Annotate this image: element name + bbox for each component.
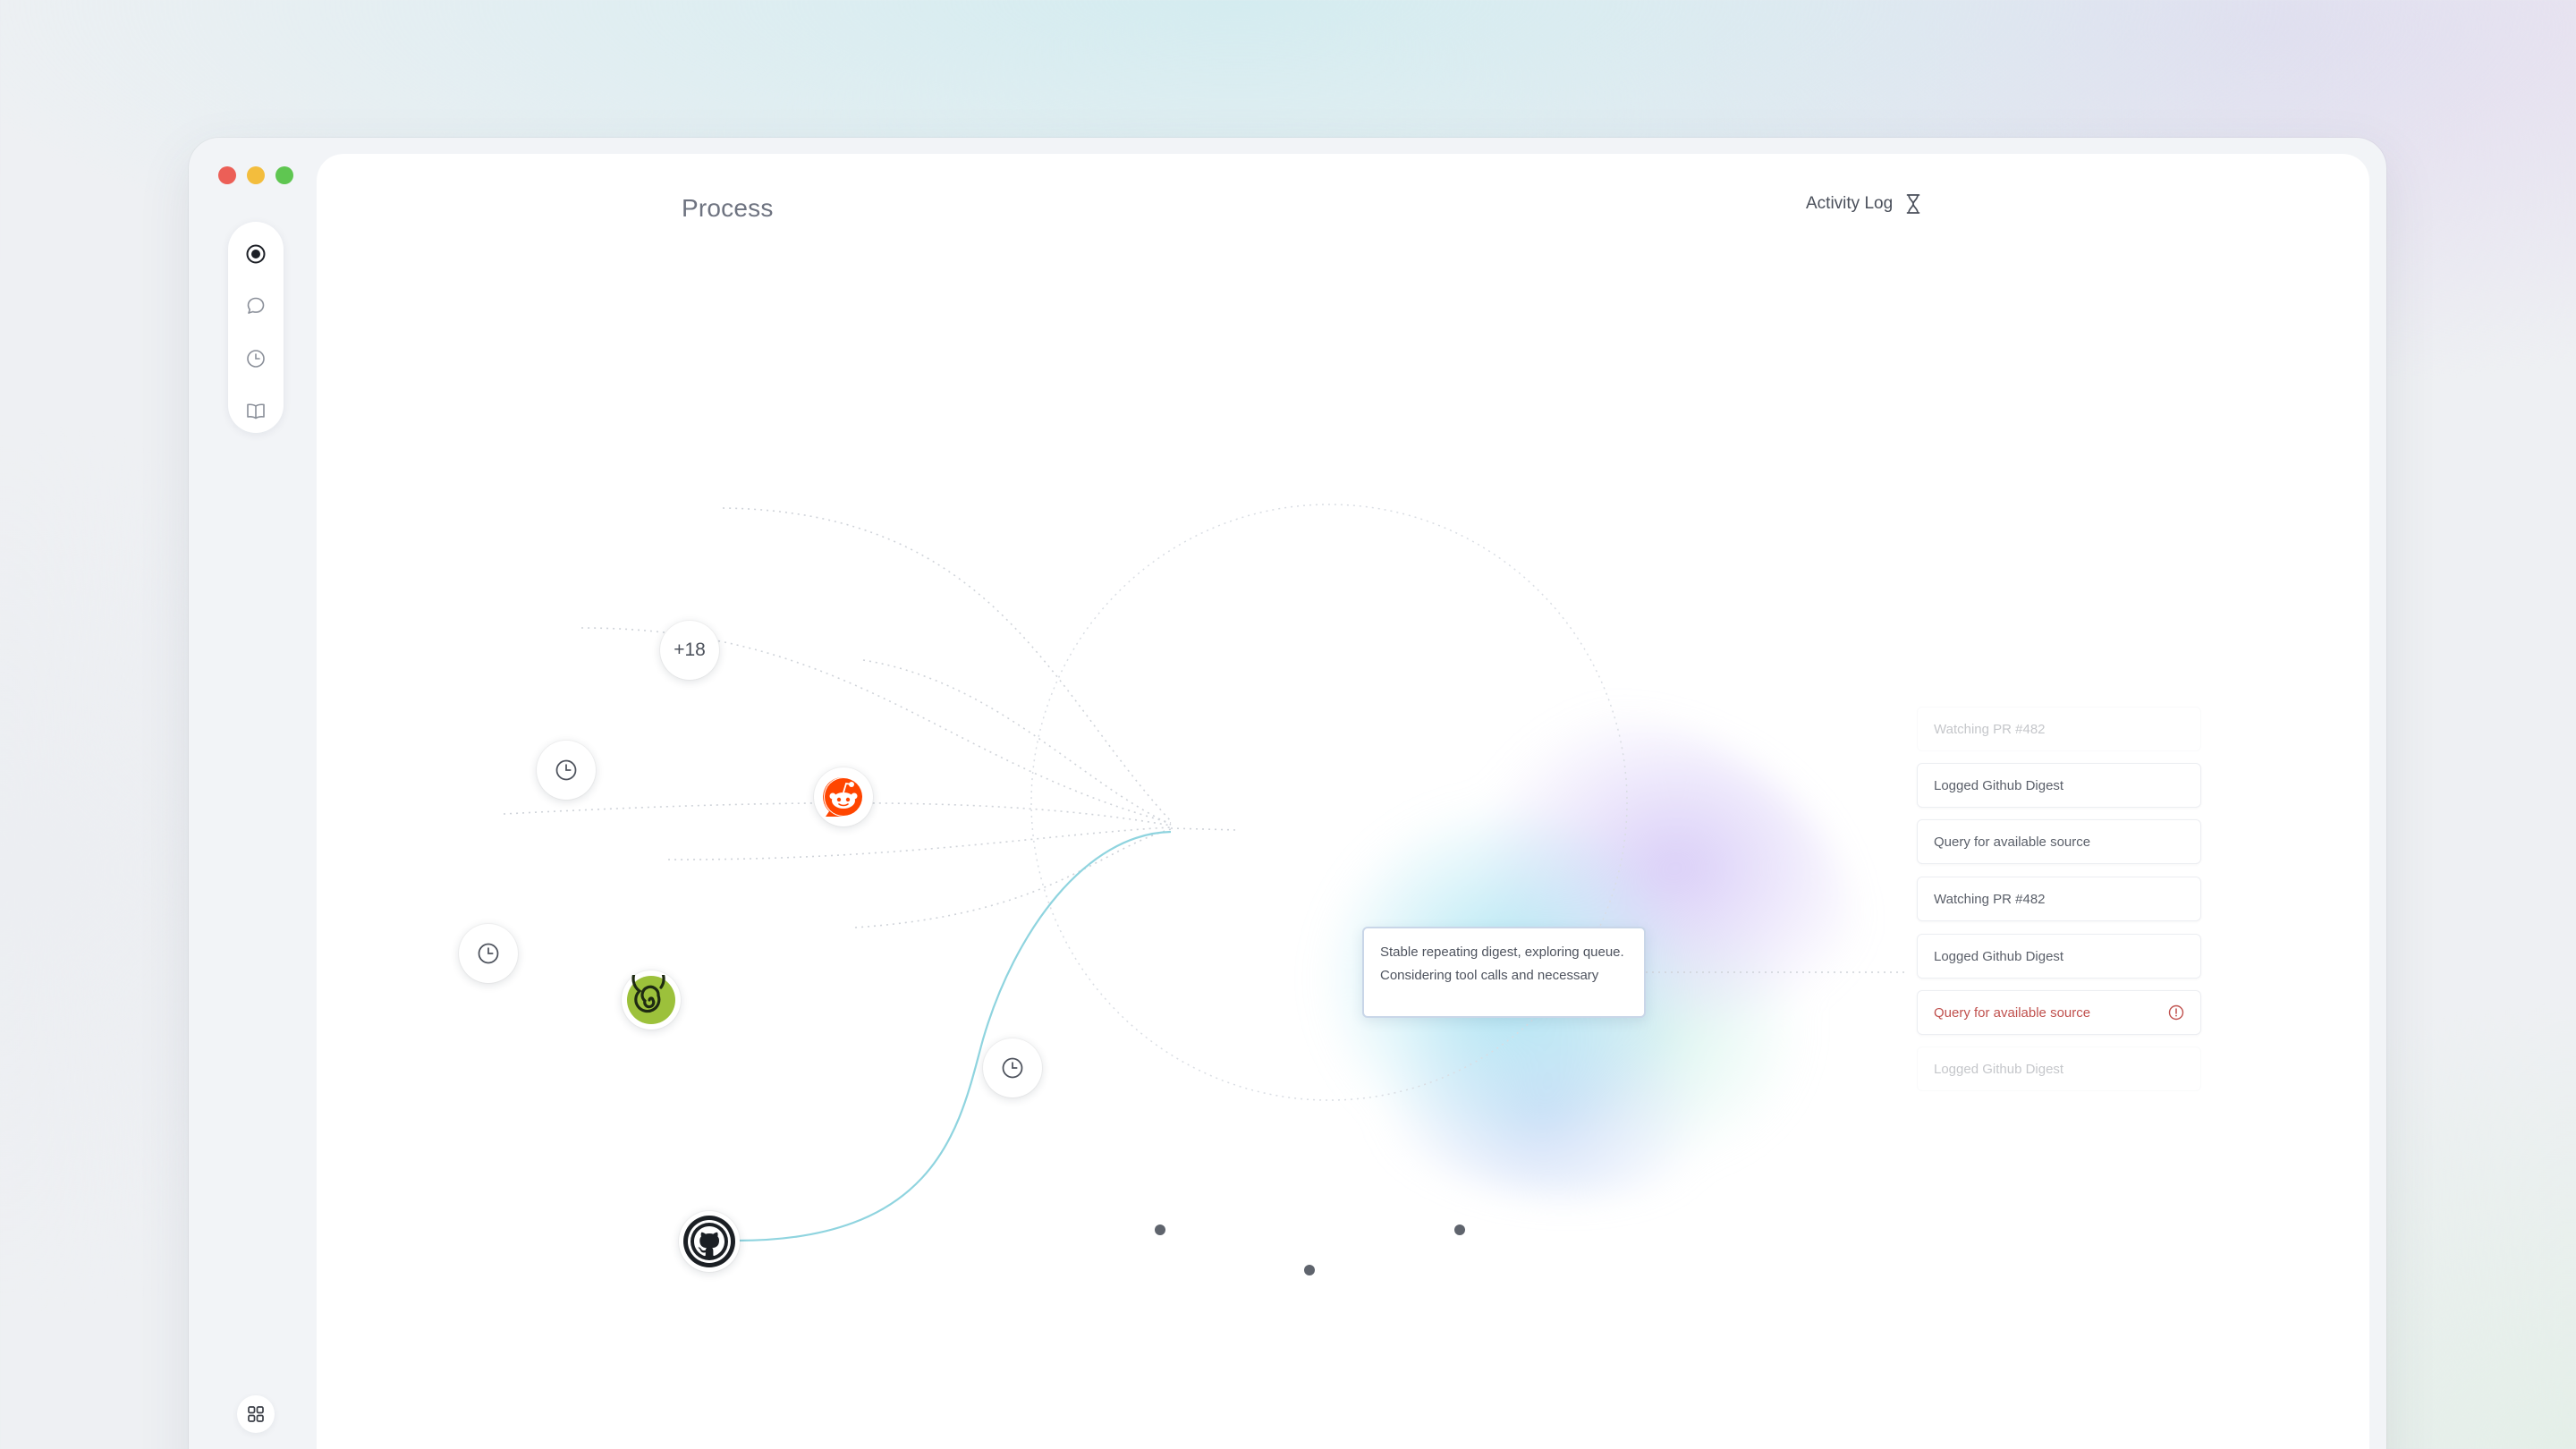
log-item-text: Query for available source	[1934, 1004, 2091, 1021]
apps-grid-button[interactable]	[237, 1395, 275, 1433]
book-icon	[247, 403, 265, 419]
scheduled-node-1[interactable]	[537, 741, 596, 800]
log-item[interactable]: Watching PR #482	[1917, 877, 2201, 921]
radio-dot-icon	[246, 244, 266, 264]
thought-connector	[1170, 827, 1239, 831]
edge-spiral	[667, 826, 1172, 860]
scheduled-node-2[interactable]	[459, 924, 518, 983]
close-window-button[interactable]	[218, 166, 236, 184]
spiral-icon	[627, 975, 675, 1024]
sidebar-item-history[interactable]	[238, 341, 274, 377]
spiral-node[interactable]	[622, 970, 681, 1030]
clock-icon	[478, 943, 499, 964]
edge-github-active	[736, 830, 1172, 1242]
log-item[interactable]: Watching PR #482	[1917, 707, 2201, 751]
zoom-window-button[interactable]	[275, 166, 293, 184]
edge-more-sources	[722, 507, 1172, 822]
log-item[interactable]: Query for available source	[1917, 819, 2201, 864]
log-item-text: Logged Github Digest	[1934, 948, 2064, 964]
reddit-node[interactable]	[814, 767, 873, 826]
grid-icon	[248, 1406, 264, 1422]
orbit-dot-right	[1454, 1224, 1465, 1235]
log-item[interactable]: Logged Github Digest	[1917, 1046, 2201, 1091]
alert-circle-icon	[2168, 1004, 2184, 1021]
github-icon	[683, 1216, 735, 1267]
sidebar	[228, 222, 284, 433]
sidebar-item-library[interactable]	[238, 394, 274, 429]
clock-icon	[247, 350, 265, 368]
more-sources-node[interactable]: +18	[660, 621, 719, 680]
orbit-dot-left	[1155, 1224, 1165, 1235]
log-item[interactable]: Logged Github Digest	[1917, 934, 2201, 979]
log-item-text: Logged Github Digest	[1934, 1061, 2064, 1077]
app-window: Process Activity Log +18 Stable repeatin…	[189, 138, 2386, 1449]
sidebar-item-process[interactable]	[238, 236, 274, 272]
process-view: Process Activity Log +18 Stable repeatin…	[317, 154, 2369, 1449]
log-item-text: Logged Github Digest	[1934, 777, 2064, 793]
log-item-error[interactable]: Query for available source	[1917, 990, 2201, 1035]
reddit-icon	[823, 776, 862, 817]
sidebar-item-chat[interactable]	[238, 288, 274, 324]
log-item-text: Query for available source	[1934, 834, 2091, 850]
github-node[interactable]	[679, 1211, 740, 1272]
more-sources-count: +18	[674, 640, 706, 660]
clock-icon	[555, 759, 577, 781]
agent-thought-card: Stable repeating digest, exploring queue…	[1362, 927, 1646, 1018]
log-item-text: Watching PR #482	[1934, 891, 2046, 907]
minimize-window-button[interactable]	[247, 166, 265, 184]
scheduled-node-3[interactable]	[983, 1038, 1042, 1097]
chat-bubble-icon	[247, 297, 265, 314]
log-item[interactable]: Logged Github Digest	[1917, 763, 2201, 808]
clock-icon	[1002, 1057, 1023, 1079]
log-item-text: Watching PR #482	[1934, 721, 2046, 737]
edge-reddit	[862, 659, 1172, 826]
orbit-dot-bottom	[1304, 1265, 1315, 1275]
